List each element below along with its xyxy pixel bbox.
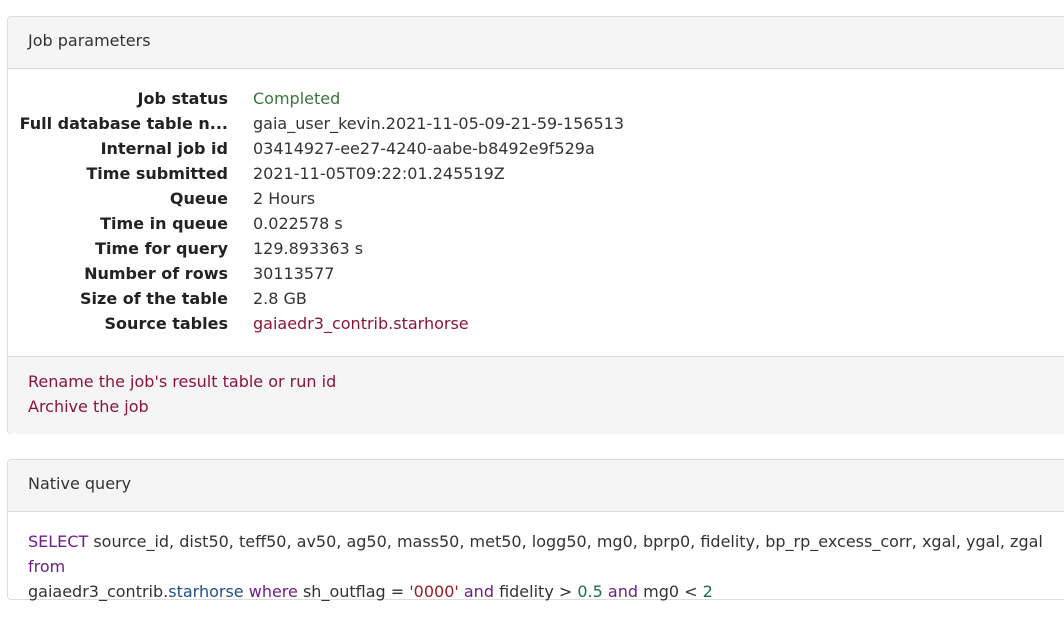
param-label: Full database table n... bbox=[19, 114, 228, 133]
sql-identifier: starhorse bbox=[168, 582, 244, 601]
queue-value: 2 Hours bbox=[253, 189, 316, 208]
sql-keyword: where bbox=[248, 582, 298, 601]
sql-keyword: SELECT bbox=[28, 532, 89, 551]
param-label: Time submitted bbox=[86, 164, 228, 183]
job-status-value: Completed bbox=[253, 89, 341, 108]
native-query-panel: Native query SELECT source_id, dist50, t… bbox=[7, 459, 1064, 601]
param-row-internal-job-id: Internal job id 03414927-ee27-4240-aabe-b… bbox=[8, 136, 1064, 161]
sql-text: source_id, dist50, teff50, av50, ag50, m… bbox=[88, 532, 1043, 551]
param-row-job-status: Job status Completed bbox=[8, 86, 1064, 111]
sql-text: mg0 < bbox=[638, 582, 703, 601]
param-label: Queue bbox=[169, 189, 228, 208]
full-table-name-value: gaia_user_kevin.2021-11-05-09-21-59-1565… bbox=[253, 114, 625, 133]
native-query-text: SELECT source_id, dist50, teff50, av50, … bbox=[8, 512, 1064, 604]
param-row-number-of-rows: Number of rows 30113577 bbox=[8, 261, 1064, 286]
param-row-time-for-query: Time for query 129.893363 s bbox=[8, 236, 1064, 261]
archive-job-link[interactable]: Archive the job bbox=[28, 394, 1064, 419]
sql-keyword: and bbox=[463, 582, 494, 601]
job-parameters-panel: Job parameters Job status Completed Full … bbox=[7, 16, 1064, 434]
job-parameters-list: Job status Completed Full database table … bbox=[8, 69, 1064, 356]
table-size-value: 2.8 GB bbox=[253, 289, 307, 308]
sql-number: 0.5 bbox=[577, 582, 603, 601]
sql-keyword: and bbox=[607, 582, 639, 601]
sql-keyword: from bbox=[28, 557, 66, 576]
sql-number: 2 bbox=[702, 582, 713, 601]
sql-string: '0000' bbox=[409, 582, 459, 601]
param-label: Number of rows bbox=[84, 264, 228, 283]
param-row-time-in-queue: Time in queue 0.022578 s bbox=[8, 211, 1064, 236]
job-parameters-heading: Job parameters bbox=[8, 17, 1064, 69]
param-label: Internal job id bbox=[100, 139, 228, 158]
param-label: Job status bbox=[137, 89, 229, 108]
param-row-table-size: Size of the table 2.8 GB bbox=[8, 286, 1064, 311]
time-in-queue-value: 0.022578 s bbox=[253, 214, 343, 233]
param-label: Size of the table bbox=[80, 289, 228, 308]
param-row-source-tables: Source tables gaiaedr3_contrib.starhorse bbox=[8, 311, 1064, 336]
param-label: Time for query bbox=[95, 239, 228, 258]
number-of-rows-value: 30113577 bbox=[253, 264, 335, 283]
rename-job-link[interactable]: Rename the job's result table or run id bbox=[28, 369, 1064, 394]
native-query-heading: Native query bbox=[8, 460, 1064, 512]
param-label: Time in queue bbox=[100, 214, 228, 233]
param-row-time-submitted: Time submitted 2021-11-05T09:22:01.245519… bbox=[8, 161, 1064, 186]
source-table-link[interactable]: gaiaedr3_contrib.starhorse bbox=[253, 311, 469, 336]
sql-text: sh_outflag = bbox=[297, 582, 410, 601]
param-row-queue: Queue 2 Hours bbox=[8, 186, 1064, 211]
internal-job-id-value: 03414927-ee27-4240-aabe-b8492e9f529a bbox=[253, 139, 595, 158]
time-for-query-value: 129.893363 s bbox=[253, 239, 364, 258]
sql-text: gaiaedr3_contrib. bbox=[28, 582, 169, 601]
sql-text: fidelity > bbox=[493, 582, 578, 601]
param-label: Source tables bbox=[104, 314, 228, 333]
time-submitted-value: 2021-11-05T09:22:01.245519Z bbox=[253, 164, 505, 183]
job-actions-footer: Rename the job's result table or run id … bbox=[8, 356, 1064, 434]
param-row-full-table-name: Full database table n... gaia_user_kevin.… bbox=[8, 111, 1064, 136]
